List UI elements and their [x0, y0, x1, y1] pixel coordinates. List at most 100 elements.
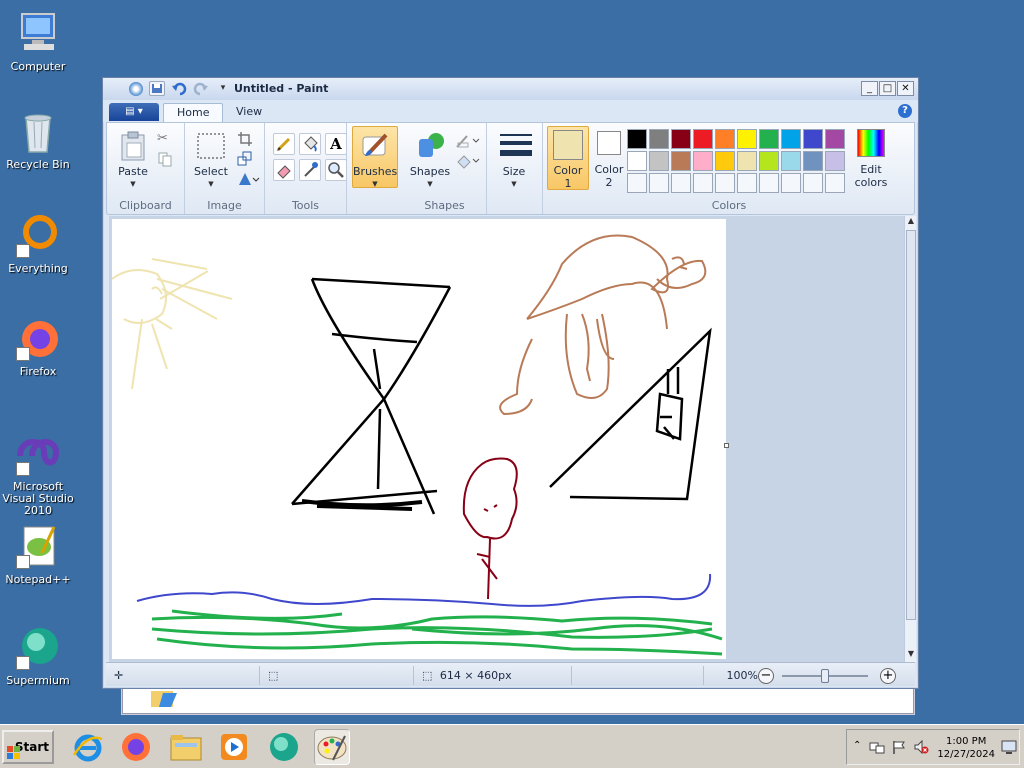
palette-color-swatch[interactable] — [759, 129, 779, 149]
help-button[interactable]: ? — [898, 104, 912, 118]
palette-color-swatch[interactable] — [627, 129, 647, 149]
palette-empty-swatch[interactable] — [803, 173, 823, 193]
palette-color-swatch[interactable] — [781, 151, 801, 171]
scroll-up-arrow-icon[interactable]: ▲ — [905, 216, 917, 229]
vertical-scrollbar[interactable]: ▲ ▼ — [904, 216, 916, 662]
desktop-icon-visual-studio[interactable]: Microsoft Visual Studio 2010 — [0, 430, 76, 517]
palette-color-swatch[interactable] — [737, 129, 757, 149]
text-tool-icon[interactable]: A — [325, 133, 347, 155]
drawing-canvas[interactable] — [111, 219, 726, 659]
palette-empty-swatch[interactable] — [759, 173, 779, 193]
paint-window[interactable]: ▾ Untitled - Paint _ □ ✕ ▤ ▾ Home View ?… — [102, 77, 919, 689]
fill-bucket-icon[interactable] — [299, 133, 321, 155]
desktop-icon-recycle-bin[interactable]: Recycle Bin — [0, 108, 76, 171]
palette-color-swatch[interactable] — [737, 151, 757, 171]
paint-app-icon[interactable] — [129, 81, 143, 96]
palette-empty-swatch[interactable] — [781, 173, 801, 193]
palette-empty-swatch[interactable] — [715, 173, 735, 193]
palette-empty-swatch[interactable] — [671, 173, 691, 193]
palette-empty-swatch[interactable] — [825, 173, 845, 193]
select-button[interactable]: Select ▼ — [191, 131, 231, 191]
scroll-thumb[interactable] — [906, 230, 916, 620]
resize-handle[interactable] — [724, 443, 729, 448]
outline-icon[interactable] — [455, 133, 481, 149]
desktop-icon-firefox[interactable]: Firefox — [0, 315, 76, 378]
zoom-out-button[interactable]: − — [758, 668, 774, 684]
zoom-slider-thumb[interactable] — [821, 669, 829, 683]
network-icon[interactable] — [869, 739, 885, 755]
paste-button[interactable]: Paste ▼ — [113, 131, 153, 191]
color-2-label: Color — [594, 163, 624, 176]
tab-home[interactable]: Home — [163, 103, 224, 122]
tab-view[interactable]: View — [223, 103, 275, 122]
palette-color-swatch[interactable] — [715, 129, 735, 149]
close-button[interactable]: ✕ — [897, 81, 914, 96]
action-center-flag-icon[interactable] — [891, 739, 907, 755]
pencil-icon[interactable] — [273, 133, 295, 155]
zoom-in-button[interactable]: + — [880, 668, 896, 684]
firefox-icon[interactable] — [118, 729, 154, 765]
show-desktop-icon[interactable] — [1001, 739, 1017, 755]
palette-color-swatch[interactable] — [693, 151, 713, 171]
scroll-down-arrow-icon[interactable]: ▼ — [905, 649, 917, 662]
palette-color-swatch[interactable] — [671, 129, 691, 149]
palette-empty-swatch[interactable] — [737, 173, 757, 193]
internet-explorer-icon[interactable] — [70, 729, 106, 765]
palette-color-swatch[interactable] — [671, 151, 691, 171]
desktop-icon-label: Supermium — [6, 674, 70, 687]
copy-icon[interactable] — [157, 151, 173, 167]
shapes-button[interactable]: Shapes ▼ — [405, 131, 455, 191]
canvas-area[interactable] — [109, 216, 904, 662]
customize-toolbar-chevron-icon[interactable]: ▾ — [215, 81, 231, 96]
brushes-button[interactable]: Brushes ▼ — [352, 126, 398, 188]
volume-muted-icon[interactable] — [913, 739, 929, 755]
color-1-button[interactable]: Color 1 — [547, 126, 589, 190]
magnifier-icon[interactable] — [325, 159, 347, 181]
fill-icon[interactable] — [455, 153, 481, 169]
save-icon[interactable] — [149, 81, 165, 96]
redo-icon[interactable] — [193, 81, 209, 96]
crop-icon[interactable] — [237, 131, 253, 147]
media-player-icon[interactable] — [216, 729, 252, 765]
desktop-icon-notepad-plus-plus[interactable]: Notepad++ — [0, 523, 76, 586]
start-button[interactable]: Start — [2, 730, 54, 764]
undo-icon[interactable] — [171, 81, 187, 96]
desktop-icon-supermium[interactable]: Supermium — [0, 624, 76, 687]
palette-color-swatch[interactable] — [693, 129, 713, 149]
palette-color-swatch[interactable] — [649, 129, 669, 149]
palette-color-swatch[interactable] — [781, 129, 801, 149]
palette-color-swatch[interactable] — [627, 151, 647, 171]
color-picker-icon[interactable] — [299, 159, 321, 181]
color-2-button[interactable]: Color 2 — [591, 129, 627, 189]
palette-color-swatch[interactable] — [825, 151, 845, 171]
supermium-icon[interactable] — [266, 729, 302, 765]
palette-color-swatch[interactable] — [803, 151, 823, 171]
palette-empty-swatch[interactable] — [693, 173, 713, 193]
cut-icon[interactable]: ✂ — [157, 131, 173, 147]
chevron-down-icon: ▼ — [372, 180, 378, 188]
desktop-icon-computer[interactable]: Computer — [0, 10, 76, 73]
palette-empty-swatch[interactable] — [649, 173, 669, 193]
edit-colors-button[interactable]: Edit colors — [849, 129, 893, 189]
paint-menu-button[interactable]: ▤ ▾ — [109, 103, 159, 121]
clock[interactable]: 1:00 PM 12/27/2024 — [937, 735, 995, 761]
paint-taskbar-button[interactable] — [314, 729, 350, 765]
palette-color-swatch[interactable] — [825, 129, 845, 149]
desktop-icon-everything[interactable]: Everything — [0, 212, 76, 275]
title-bar[interactable]: ▾ Untitled - Paint _ □ ✕ — [103, 78, 918, 100]
palette-color-swatch[interactable] — [649, 151, 669, 171]
size-button[interactable]: Size ▼ — [494, 131, 534, 191]
palette-empty-swatch[interactable] — [627, 173, 647, 193]
triangle-drawing — [549, 327, 712, 501]
maximize-button[interactable]: □ — [879, 81, 896, 96]
palette-color-swatch[interactable] — [759, 151, 779, 171]
minimize-button[interactable]: _ — [861, 81, 878, 96]
rotate-icon[interactable] — [237, 171, 261, 187]
show-hidden-icons-icon[interactable]: ⌃ — [853, 740, 861, 751]
file-explorer-icon[interactable] — [168, 729, 204, 765]
resize-icon[interactable] — [237, 151, 253, 167]
palette-color-swatch[interactable] — [803, 129, 823, 149]
palette-color-swatch[interactable] — [715, 151, 735, 171]
eraser-icon[interactable] — [273, 159, 295, 181]
desktop-icon-label: Computer — [10, 60, 66, 73]
